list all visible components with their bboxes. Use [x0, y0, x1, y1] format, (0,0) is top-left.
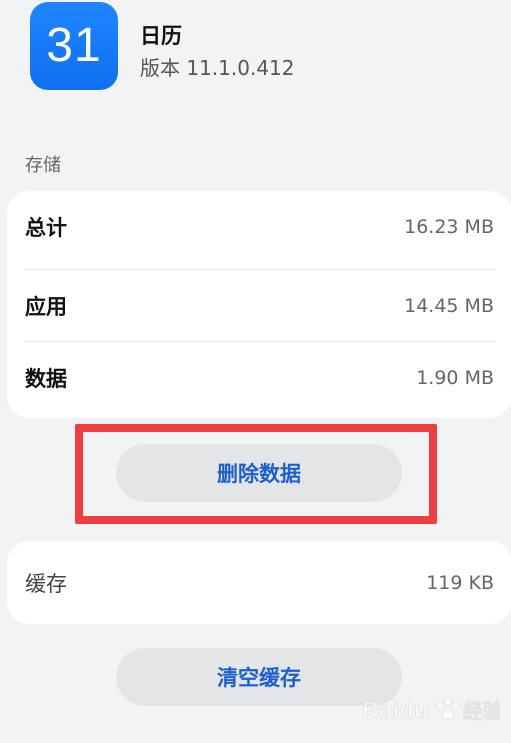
storage-row-label: 数据	[25, 367, 67, 391]
watermark-brand: Baidu	[362, 697, 429, 724]
calendar-date-number: 31	[46, 19, 102, 72]
calendar-app-icon: 31	[30, 2, 118, 90]
storage-section-title: 存储	[25, 155, 61, 176]
storage-row-label: 总计	[25, 216, 67, 240]
app-version: 版本 11.1.0.412	[140, 56, 295, 80]
storage-row-label: 应用	[25, 295, 67, 319]
baidu-logo-icon: Baidu 经验	[362, 696, 504, 725]
storage-row-value: 1.90 MB	[416, 367, 494, 389]
cache-value: 119 KB	[426, 571, 494, 594]
cache-label: 缓存	[25, 571, 67, 596]
delete-data-button[interactable]: 删除数据	[116, 444, 402, 502]
storage-row-value: 14.45 MB	[404, 295, 494, 317]
app-header: 31 日历 版本 11.1.0.412	[30, 0, 490, 92]
storage-card: 总计 16.23 MB 应用 14.45 MB 数据 1.90 MB	[7, 191, 511, 418]
watermark-suffix: 经验	[463, 699, 500, 723]
cache-card: 缓存 119 KB	[7, 541, 511, 624]
cache-row: 缓存 119 KB	[25, 541, 494, 624]
storage-row-total: 总计 16.23 MB	[25, 191, 494, 263]
app-name: 日历	[140, 24, 182, 48]
storage-row-app: 应用 14.45 MB	[25, 270, 494, 342]
storage-row-value: 16.23 MB	[404, 216, 494, 238]
baidu-jingyan-watermark: Baidu 经验	[360, 690, 504, 730]
storage-row-data: 数据 1.90 MB	[25, 342, 494, 414]
